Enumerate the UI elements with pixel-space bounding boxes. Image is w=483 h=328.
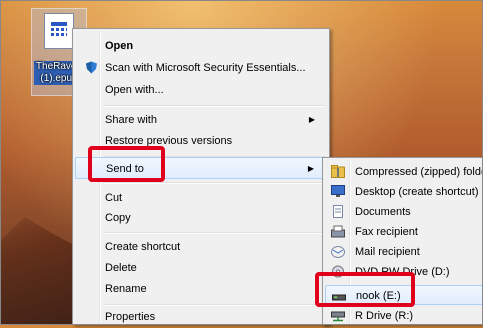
menu-item-label: Scan with Microsoft Security Essentials.… [105,62,306,74]
menu-item-label: Properties [105,311,156,323]
mail-icon [331,246,345,258]
zip-folder-icon [331,165,345,178]
menu-item-scan[interactable]: Scan with Microsoft Security Essentials.… [75,57,327,79]
submenu-arrow-icon: ▶ [308,115,315,124]
fax-icon [331,225,345,238]
menu-item-label: Share with [105,114,157,126]
menu-item-label: Rename [105,283,147,295]
submenu-item-label: Mail recipient [355,246,420,258]
menu-separator [103,105,325,107]
menu-item-open-with[interactable]: Open with... [75,79,327,101]
send-to-mail-recipient[interactable]: Mail recipient [325,242,483,262]
submenu-item-label: Documents [355,206,411,218]
send-to-fax-recipient[interactable]: Fax recipient [325,222,483,242]
menu-item-copy[interactable]: Copy [75,207,327,229]
submenu-arrow-icon: ▶ [307,164,314,173]
menu-separator [103,182,325,184]
menu-separator [103,232,325,234]
send-to-compressed-folder[interactable]: Compressed (zipped) folder [325,162,483,182]
menu-item-share-with[interactable]: Share with ▶ [75,109,327,131]
submenu-item-label: R Drive (R:) [355,310,414,322]
documents-icon [333,205,343,218]
menu-item-delete[interactable]: Delete [75,257,327,279]
menu-item-cut[interactable]: Cut [75,187,327,209]
submenu-item-label: Compressed (zipped) folder [355,166,483,178]
send-to-desktop[interactable]: Desktop (create shortcut) [325,182,483,202]
menu-item-label: Copy [105,212,131,224]
shield-icon [86,61,97,74]
submenu-item-label: Desktop (create shortcut) [355,186,479,198]
send-to-documents[interactable]: Documents [325,202,483,222]
submenu-item-label: Fax recipient [355,226,418,238]
send-to-r-drive[interactable]: R Drive (R:) [325,306,483,326]
annotation-box-nook-drive [315,272,415,307]
network-drive-icon [331,311,345,322]
menu-item-rename[interactable]: Rename [75,278,327,300]
menu-item-open[interactable]: Open [75,35,327,57]
menu-item-create-shortcut[interactable]: Create shortcut [75,236,327,258]
menu-item-label: Open with... [105,84,164,96]
annotation-box-send-to [88,146,165,182]
menu-item-label: Cut [105,192,123,204]
desktop-icon [331,185,345,197]
menu-item-label: Create shortcut [105,241,181,253]
menu-item-label: Delete [105,262,137,274]
menu-item-label: Open [105,40,134,52]
epub-file-icon [44,13,74,49]
